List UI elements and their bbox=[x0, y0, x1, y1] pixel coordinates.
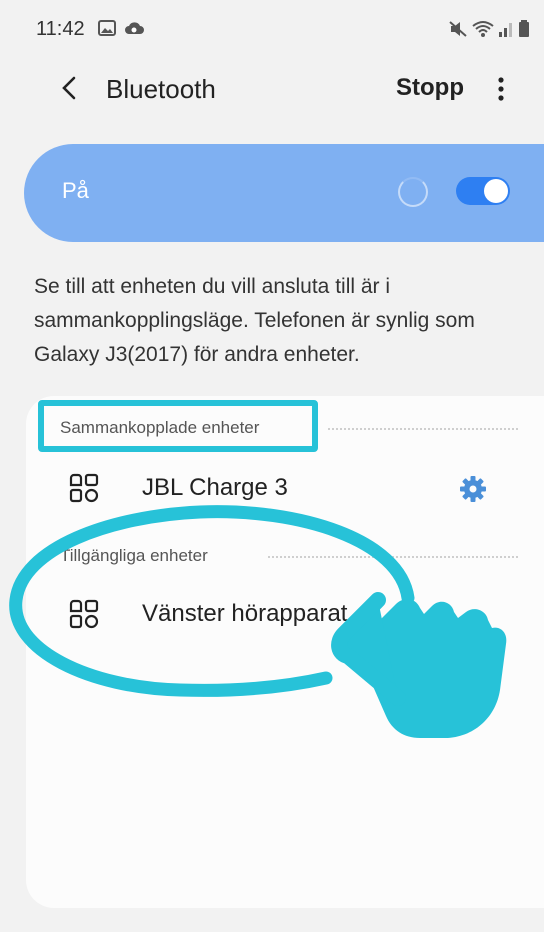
bluetooth-state-label: På bbox=[62, 178, 89, 203]
signal-icon bbox=[499, 23, 512, 37]
battery-icon bbox=[519, 20, 529, 37]
cloud-icon bbox=[125, 22, 144, 34]
image-icon bbox=[98, 20, 116, 36]
section-divider bbox=[268, 556, 518, 558]
available-devices-header: Tillgängliga enheter bbox=[60, 546, 208, 565]
page-title: Bluetooth bbox=[106, 74, 216, 104]
device-grid-icon bbox=[69, 599, 99, 629]
paired-header-highlight bbox=[38, 400, 318, 452]
back-arrow-icon[interactable] bbox=[56, 70, 80, 106]
app-header: Bluetooth Stopp bbox=[0, 58, 544, 118]
paired-device-row[interactable]: JBL Charge 3 bbox=[26, 458, 544, 518]
status-icons-left bbox=[98, 20, 144, 36]
device-list-card: Sammankopplade enheter JBL Charge 3 Till… bbox=[26, 396, 544, 908]
status-bar: 11:42 bbox=[0, 0, 544, 52]
scanning-spinner-icon bbox=[398, 177, 428, 207]
gear-icon[interactable] bbox=[458, 474, 488, 504]
more-options-icon[interactable] bbox=[494, 72, 508, 106]
device-name: Vänster hörapparat bbox=[142, 600, 348, 627]
status-icons-right bbox=[448, 20, 530, 38]
mute-icon bbox=[449, 21, 467, 37]
status-time: 11:42 bbox=[36, 18, 85, 40]
bluetooth-switch[interactable] bbox=[456, 177, 510, 205]
device-grid-icon bbox=[69, 473, 99, 503]
wifi-icon bbox=[472, 21, 494, 37]
bluetooth-toggle-card[interactable]: På bbox=[24, 144, 544, 242]
pairing-description: Se till att enheten du vill ansluta till… bbox=[34, 275, 475, 366]
bluetooth-settings-screen: 11:42 Bluetooth Stopp På Se till att enh… bbox=[0, 0, 544, 932]
stop-scan-button[interactable]: Stopp bbox=[396, 74, 464, 102]
device-name: JBL Charge 3 bbox=[142, 474, 288, 501]
available-device-row[interactable]: Vänster hörapparat bbox=[26, 584, 544, 644]
section-divider bbox=[328, 428, 518, 430]
switch-knob bbox=[484, 179, 508, 203]
